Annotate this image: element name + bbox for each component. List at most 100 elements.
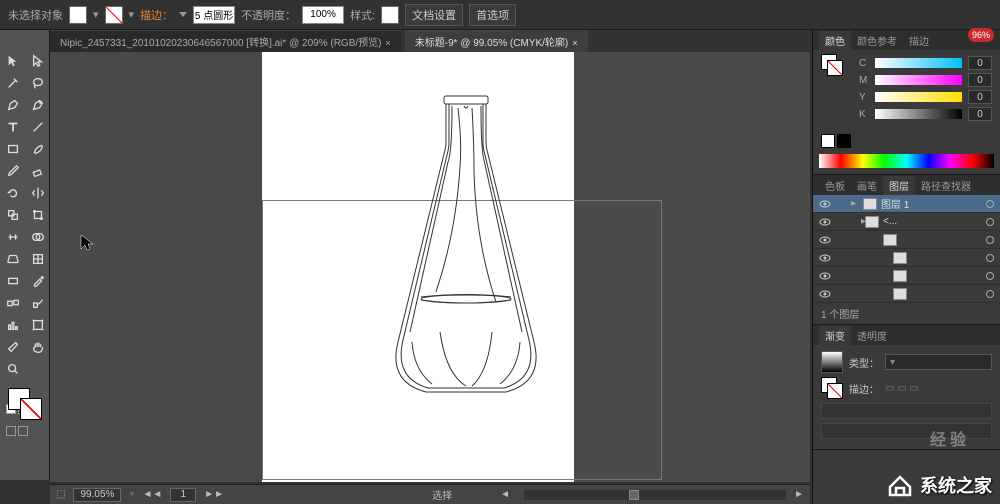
layer-row[interactable] <box>813 267 1000 285</box>
yellow-slider[interactable] <box>875 92 962 102</box>
fill-swatch[interactable] <box>69 6 87 24</box>
preferences-button[interactable]: 首选项 <box>469 4 516 26</box>
layers-panel: 色板 画笔 图层 路径查找器 ▸ 图层 1 ▸ <... <box>813 175 1000 325</box>
reflect-tool[interactable] <box>25 182 50 204</box>
tab-color[interactable]: 颜色 <box>819 31 851 50</box>
pen-tool[interactable] <box>0 94 25 116</box>
hscrollbar[interactable] <box>524 490 786 500</box>
magic-wand-tool[interactable] <box>0 72 25 94</box>
tab-gradient[interactable]: 渐变 <box>819 326 851 345</box>
grad-swatch-pair[interactable] <box>821 377 843 399</box>
pencil-tool[interactable] <box>0 160 25 182</box>
spectrum-picker[interactable] <box>819 154 994 168</box>
visibility-icon[interactable] <box>819 252 831 264</box>
none-swatch[interactable] <box>821 134 835 148</box>
paintbrush-tool[interactable] <box>25 138 50 160</box>
page-nav-prev[interactable]: ◄◄ <box>142 489 162 500</box>
eraser-tool[interactable] <box>25 160 50 182</box>
close-icon[interactable]: × <box>385 38 390 48</box>
layer-row[interactable]: ▸ 图层 1 <box>813 195 1000 213</box>
style-label: 样式: <box>350 7 375 23</box>
scale-tool[interactable] <box>0 204 25 226</box>
layer-row[interactable] <box>813 285 1000 303</box>
visibility-icon[interactable] <box>819 234 831 246</box>
stroke-label: 描边： <box>140 7 173 23</box>
line-tool[interactable] <box>25 116 50 138</box>
black-swatch[interactable] <box>837 134 851 148</box>
options-bar: 未选择对象 ▾ ▾ 描边： 不透明度： 样式: 文档设置 首选项 <box>0 0 1000 30</box>
cloud-sync-badge[interactable]: 96% <box>968 28 994 42</box>
perspective-grid-tool[interactable] <box>0 248 25 270</box>
watermark-bg: 经验 <box>930 426 970 450</box>
symbol-sprayer-tool[interactable] <box>25 292 50 314</box>
selection-tool[interactable] <box>0 50 25 72</box>
slice-tool[interactable] <box>0 336 25 358</box>
page-nav-next[interactable]: ►► <box>204 489 224 500</box>
stroke-style-input[interactable] <box>193 6 235 24</box>
status-bar: ⬚ ▾ ◄◄ ►► 选择 ◄ ► <box>50 484 810 504</box>
zoom-input[interactable] <box>73 488 121 502</box>
gpu-icon: ⬚ <box>56 489 65 500</box>
tab-stroke[interactable]: 描边 <box>903 31 935 50</box>
direct-selection-tool[interactable] <box>25 50 50 72</box>
width-tool[interactable] <box>0 226 25 248</box>
visibility-icon[interactable] <box>819 198 831 210</box>
document-tab[interactable]: 未标题-9* @ 99.05% (CMYK/轮廓)× <box>405 30 588 52</box>
gradient-type-dropdown[interactable]: ▾ <box>885 354 992 370</box>
tab-transparency[interactable]: 透明度 <box>851 326 893 345</box>
column-graph-tool[interactable] <box>0 314 25 336</box>
selection-status: 未选择对象 <box>8 7 63 23</box>
zoom-tool[interactable] <box>0 358 25 380</box>
gradient-tool[interactable] <box>0 270 25 292</box>
black-slider[interactable] <box>875 109 962 119</box>
close-icon[interactable]: × <box>572 38 577 48</box>
curvature-tool[interactable] <box>25 94 50 116</box>
lasso-tool[interactable] <box>25 72 50 94</box>
color-swatch-pair[interactable] <box>821 54 843 76</box>
artboard-tool[interactable] <box>25 314 50 336</box>
mesh-tool[interactable] <box>25 248 50 270</box>
stroke-weight-dropdown[interactable] <box>179 12 187 17</box>
type-tool[interactable] <box>0 116 25 138</box>
layer-row[interactable]: ▸ <... <box>813 213 1000 231</box>
tab-pathfinder[interactable]: 路径查找器 <box>915 176 977 195</box>
canvas[interactable] <box>50 52 810 482</box>
layer-count: 1 个图层 <box>813 303 1000 324</box>
tool-palette <box>0 30 50 480</box>
page-input[interactable] <box>170 488 196 502</box>
gradient-swatch[interactable] <box>821 351 843 373</box>
panel-dock: 96% 颜色 颜色参考 描边 C0 M0 Y0 K0 色板 画笔 图层 路径查找… <box>812 30 1000 504</box>
watermark: 系统之家 <box>886 472 992 498</box>
tab-color-guide[interactable]: 颜色参考 <box>851 31 903 50</box>
hand-tool[interactable] <box>25 336 50 358</box>
magenta-slider[interactable] <box>875 75 962 85</box>
blend-tool[interactable] <box>0 292 25 314</box>
opacity-input[interactable] <box>302 6 344 24</box>
opacity-label: 不透明度： <box>241 7 296 23</box>
tab-brushes[interactable]: 画笔 <box>851 176 883 195</box>
tab-swatches[interactable]: 色板 <box>819 176 851 195</box>
cursor-icon <box>80 234 94 257</box>
screen-mode-row[interactable] <box>0 424 50 446</box>
free-transform-tool[interactable] <box>25 204 50 226</box>
gradient-panel: 渐变 透明度 类型： ▾ 描边： ▭ ▭ ▭ <box>813 325 1000 450</box>
color-panel: 颜色 颜色参考 描边 C0 M0 Y0 K0 <box>813 30 1000 175</box>
stroke-swatch[interactable] <box>105 6 123 24</box>
visibility-icon[interactable] <box>819 288 831 300</box>
eyedropper-tool[interactable] <box>25 270 50 292</box>
tab-layers[interactable]: 图层 <box>883 176 915 195</box>
shape-builder-tool[interactable] <box>25 226 50 248</box>
layer-row[interactable] <box>813 249 1000 267</box>
current-tool-label: 选择 <box>432 487 452 502</box>
doc-setup-button[interactable]: 文档设置 <box>405 4 463 26</box>
visibility-icon[interactable] <box>819 270 831 282</box>
cyan-slider[interactable] <box>875 58 962 68</box>
visibility-icon[interactable] <box>819 216 831 228</box>
document-tab[interactable]: Nipic_2457331_20101020230646567000 [转换].… <box>50 30 401 52</box>
rotate-tool[interactable] <box>0 182 25 204</box>
fill-stroke-swatch[interactable] <box>6 386 44 422</box>
layer-row[interactable] <box>813 231 1000 249</box>
rectangle-tool[interactable] <box>0 138 25 160</box>
flask-artwork <box>366 92 566 402</box>
style-swatch[interactable] <box>381 6 399 24</box>
